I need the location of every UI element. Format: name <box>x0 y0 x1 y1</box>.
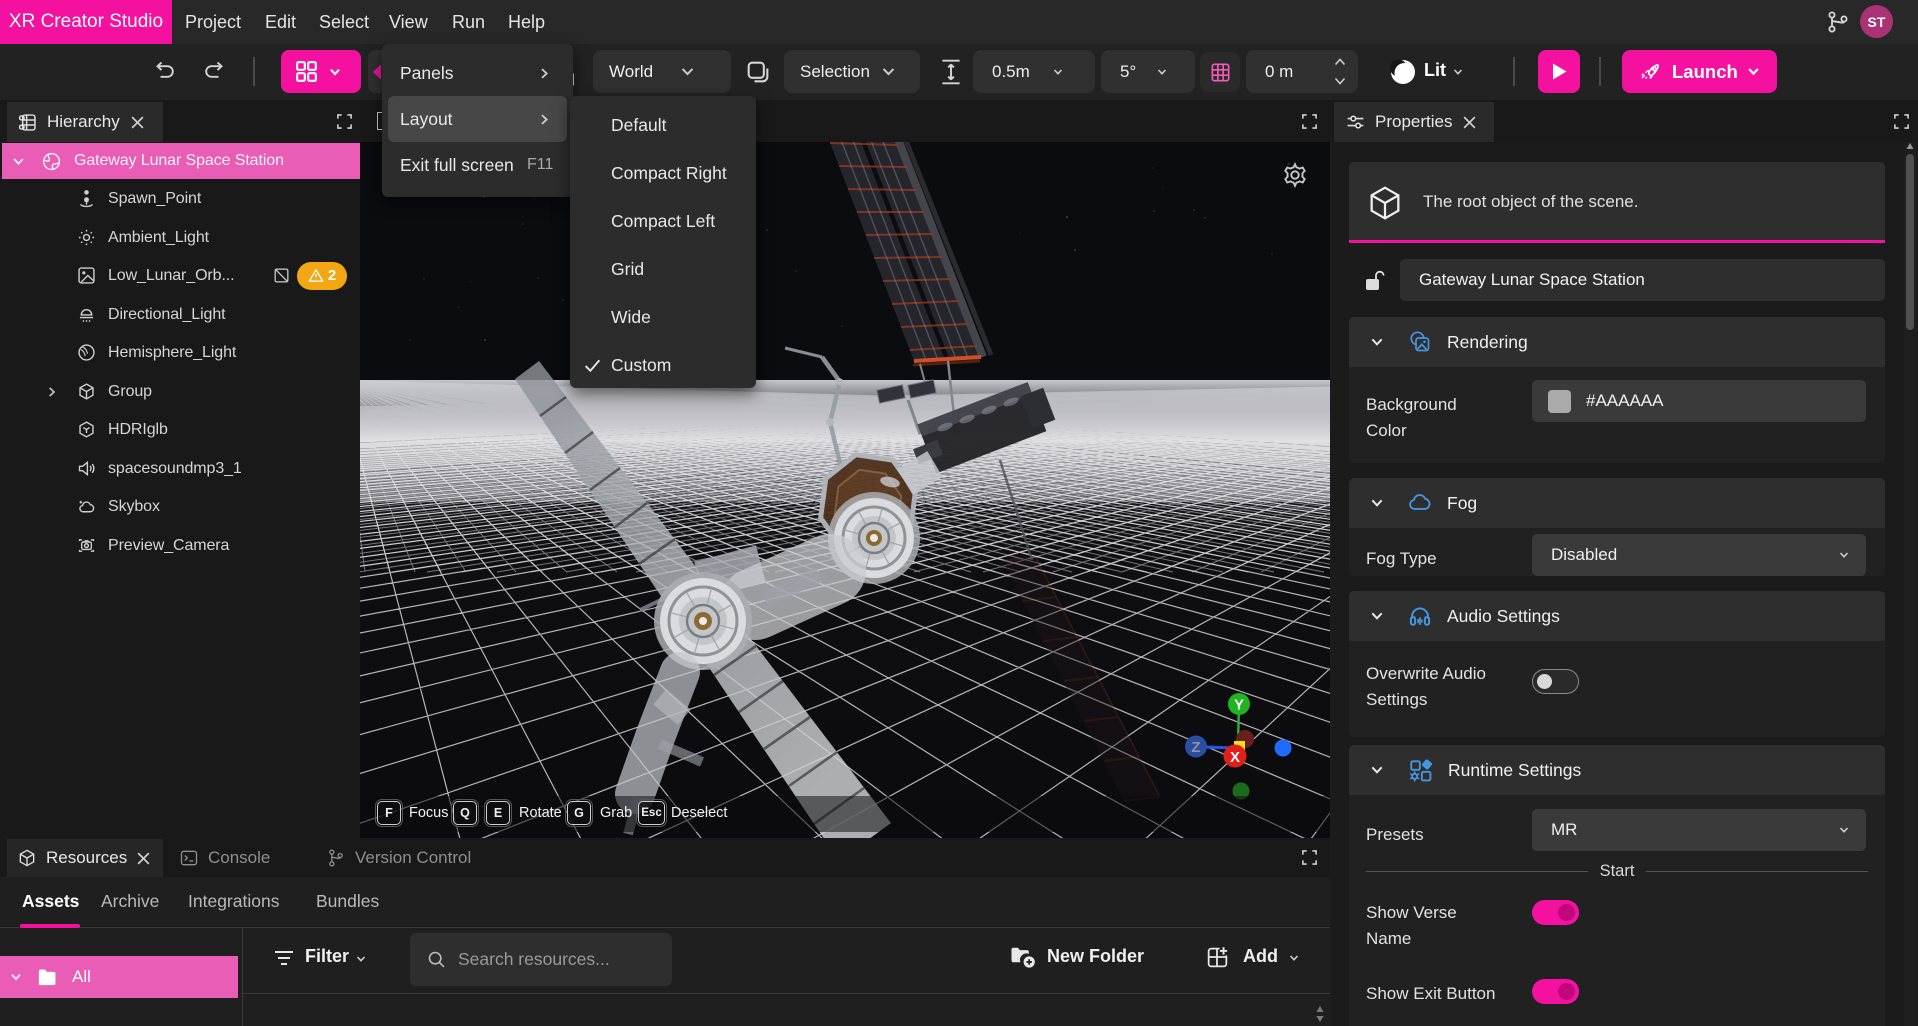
svg-text:Z: Z <box>1191 739 1200 756</box>
svg-text:X: X <box>1230 749 1240 766</box>
svg-text:Y: Y <box>1234 697 1244 714</box>
